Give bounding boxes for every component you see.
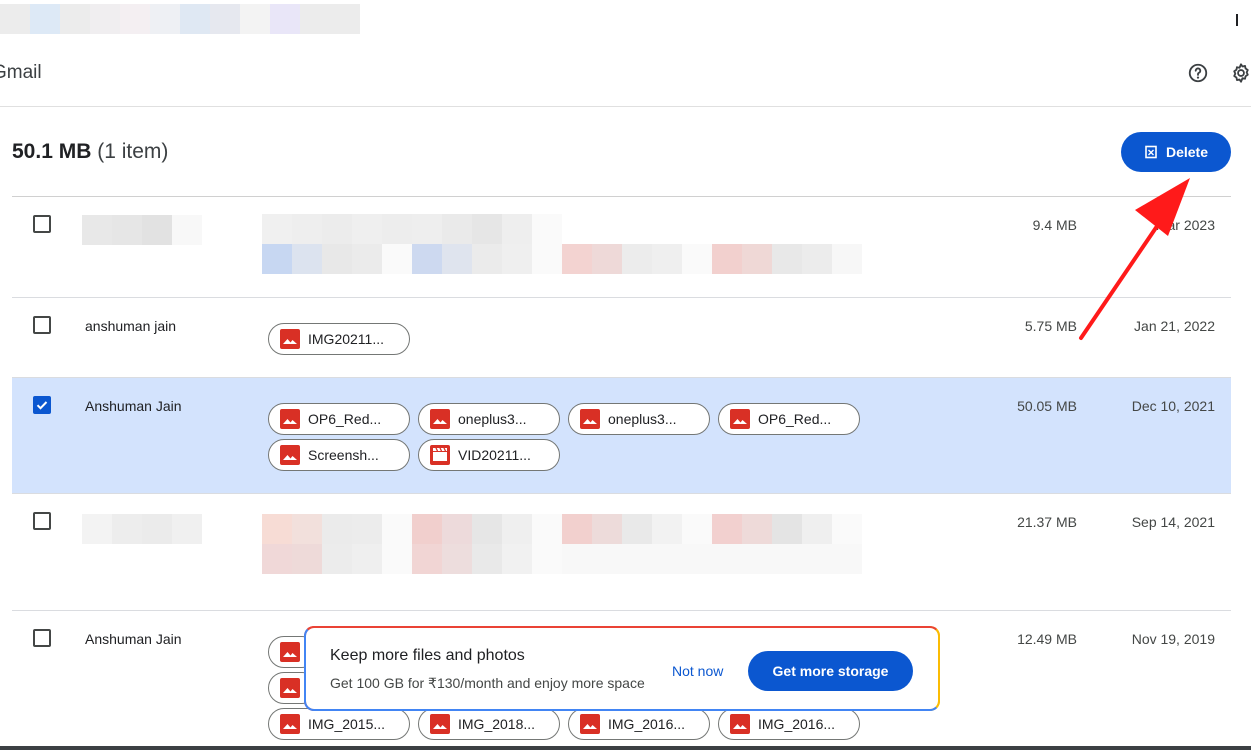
bottom-edge-bar [0,746,1251,750]
row-size: 50.05 MB [1017,398,1077,414]
row-size: 9.4 MB [1032,217,1077,233]
row-checkbox[interactable] [33,512,51,530]
video-icon [430,445,450,465]
attachment-name: OP6_Red... [308,411,382,427]
row-date: Mar 2023 [1155,217,1215,233]
row-sender: anshuman jain [85,318,177,334]
attachment-chip[interactable]: IMG_2015... [268,708,410,740]
row-checkbox[interactable] [33,629,51,647]
blurred-sender [82,514,202,544]
blurred-attachments [262,214,882,274]
row-checkbox[interactable] [33,215,51,233]
attachment-name: Screensh... [308,447,379,463]
attachment-name: VID20211... [458,447,531,463]
selected-size: 50.1 MB [12,140,92,163]
attachment-chip[interactable]: IMG_2016... [568,708,710,740]
attachment-chip[interactable]: Screensh... [268,439,410,471]
image-icon [280,642,300,662]
attachment-chip[interactable]: IMG_2018... [418,708,560,740]
row-sender: Anshuman Jain [85,631,182,647]
selection-summary: 50.1 MB (1 item) [12,140,168,164]
table-row[interactable]: Anshuman Jain OP6_Red... oneplus3... one… [12,378,1231,494]
image-icon [430,714,450,734]
app-title: Gmail [0,62,42,83]
attachment-chip[interactable]: oneplus3... [568,403,710,435]
selected-count: (1 item) [97,140,169,163]
attachment-chip[interactable]: VID20211... [418,439,560,471]
row-size: 12.49 MB [1017,631,1077,647]
attachment-list: IMG20211... [268,323,888,355]
attachment-chip[interactable]: OP6_Red... [268,403,410,435]
get-more-storage-button[interactable]: Get more storage [748,651,913,691]
row-date: Nov 19, 2019 [1131,631,1215,647]
table-row[interactable]: 9.4 MB Mar 2023 [12,197,1231,298]
row-size: 5.75 MB [1024,318,1077,334]
image-icon [580,409,600,429]
attachment-name: OP6_Red... [758,411,832,427]
delete-label: Delete [1165,144,1209,160]
app-header: Gmail [0,52,1251,107]
image-icon [580,714,600,734]
image-icon [280,678,300,698]
attachment-name: oneplus3... [608,411,677,427]
attachment-name: IMG_2016... [758,716,836,732]
attachment-name: IMG20211... [308,331,385,347]
table-row[interactable]: 21.37 MB Sep 14, 2021 [12,494,1231,611]
attachment-name: IMG_2015... [308,716,386,732]
checkmark-icon [36,401,48,410]
attachment-name: IMG_2018... [458,716,536,732]
blurred-attachments [262,514,882,574]
attachment-chip[interactable]: IMG_2016... [718,708,860,740]
row-date: Dec 10, 2021 [1131,398,1215,414]
row-sender: Anshuman Jain [85,398,182,414]
image-icon [730,409,750,429]
image-icon [280,714,300,734]
blurred-header-strip [0,4,360,34]
image-icon [730,714,750,734]
attachment-chip[interactable]: OP6_Red... [718,403,860,435]
attachment-name: IMG_2016... [608,716,686,732]
image-icon [280,329,300,349]
promo-subtitle: Get 100 GB for ₹130/month and enjoy more… [330,675,645,691]
delete-button[interactable]: Delete [1121,132,1231,172]
help-circle-icon[interactable] [1187,62,1209,84]
attachment-chip[interactable]: IMG20211... [268,323,410,355]
image-icon [280,445,300,465]
text-cursor [1236,14,1238,26]
row-date: Sep 14, 2021 [1131,514,1215,530]
attachment-chip[interactable]: oneplus3... [418,403,560,435]
promo-title: Keep more files and photos [330,647,525,664]
row-checkbox[interactable] [33,396,51,414]
table-row[interactable]: anshuman jain IMG20211... 5.75 MB Jan 21… [12,298,1231,378]
gear-icon[interactable] [1230,62,1251,84]
attachment-list: OP6_Red... oneplus3... oneplus3... OP6_R… [268,403,888,471]
row-date: Jan 21, 2022 [1134,318,1215,334]
row-checkbox[interactable] [33,316,51,334]
not-now-button[interactable]: Not now [672,663,723,679]
image-icon [280,409,300,429]
row-size: 21.37 MB [1017,514,1077,530]
trash-icon [1145,145,1157,159]
blurred-sender [82,215,202,245]
image-icon [430,409,450,429]
attachment-name: oneplus3... [458,411,527,427]
